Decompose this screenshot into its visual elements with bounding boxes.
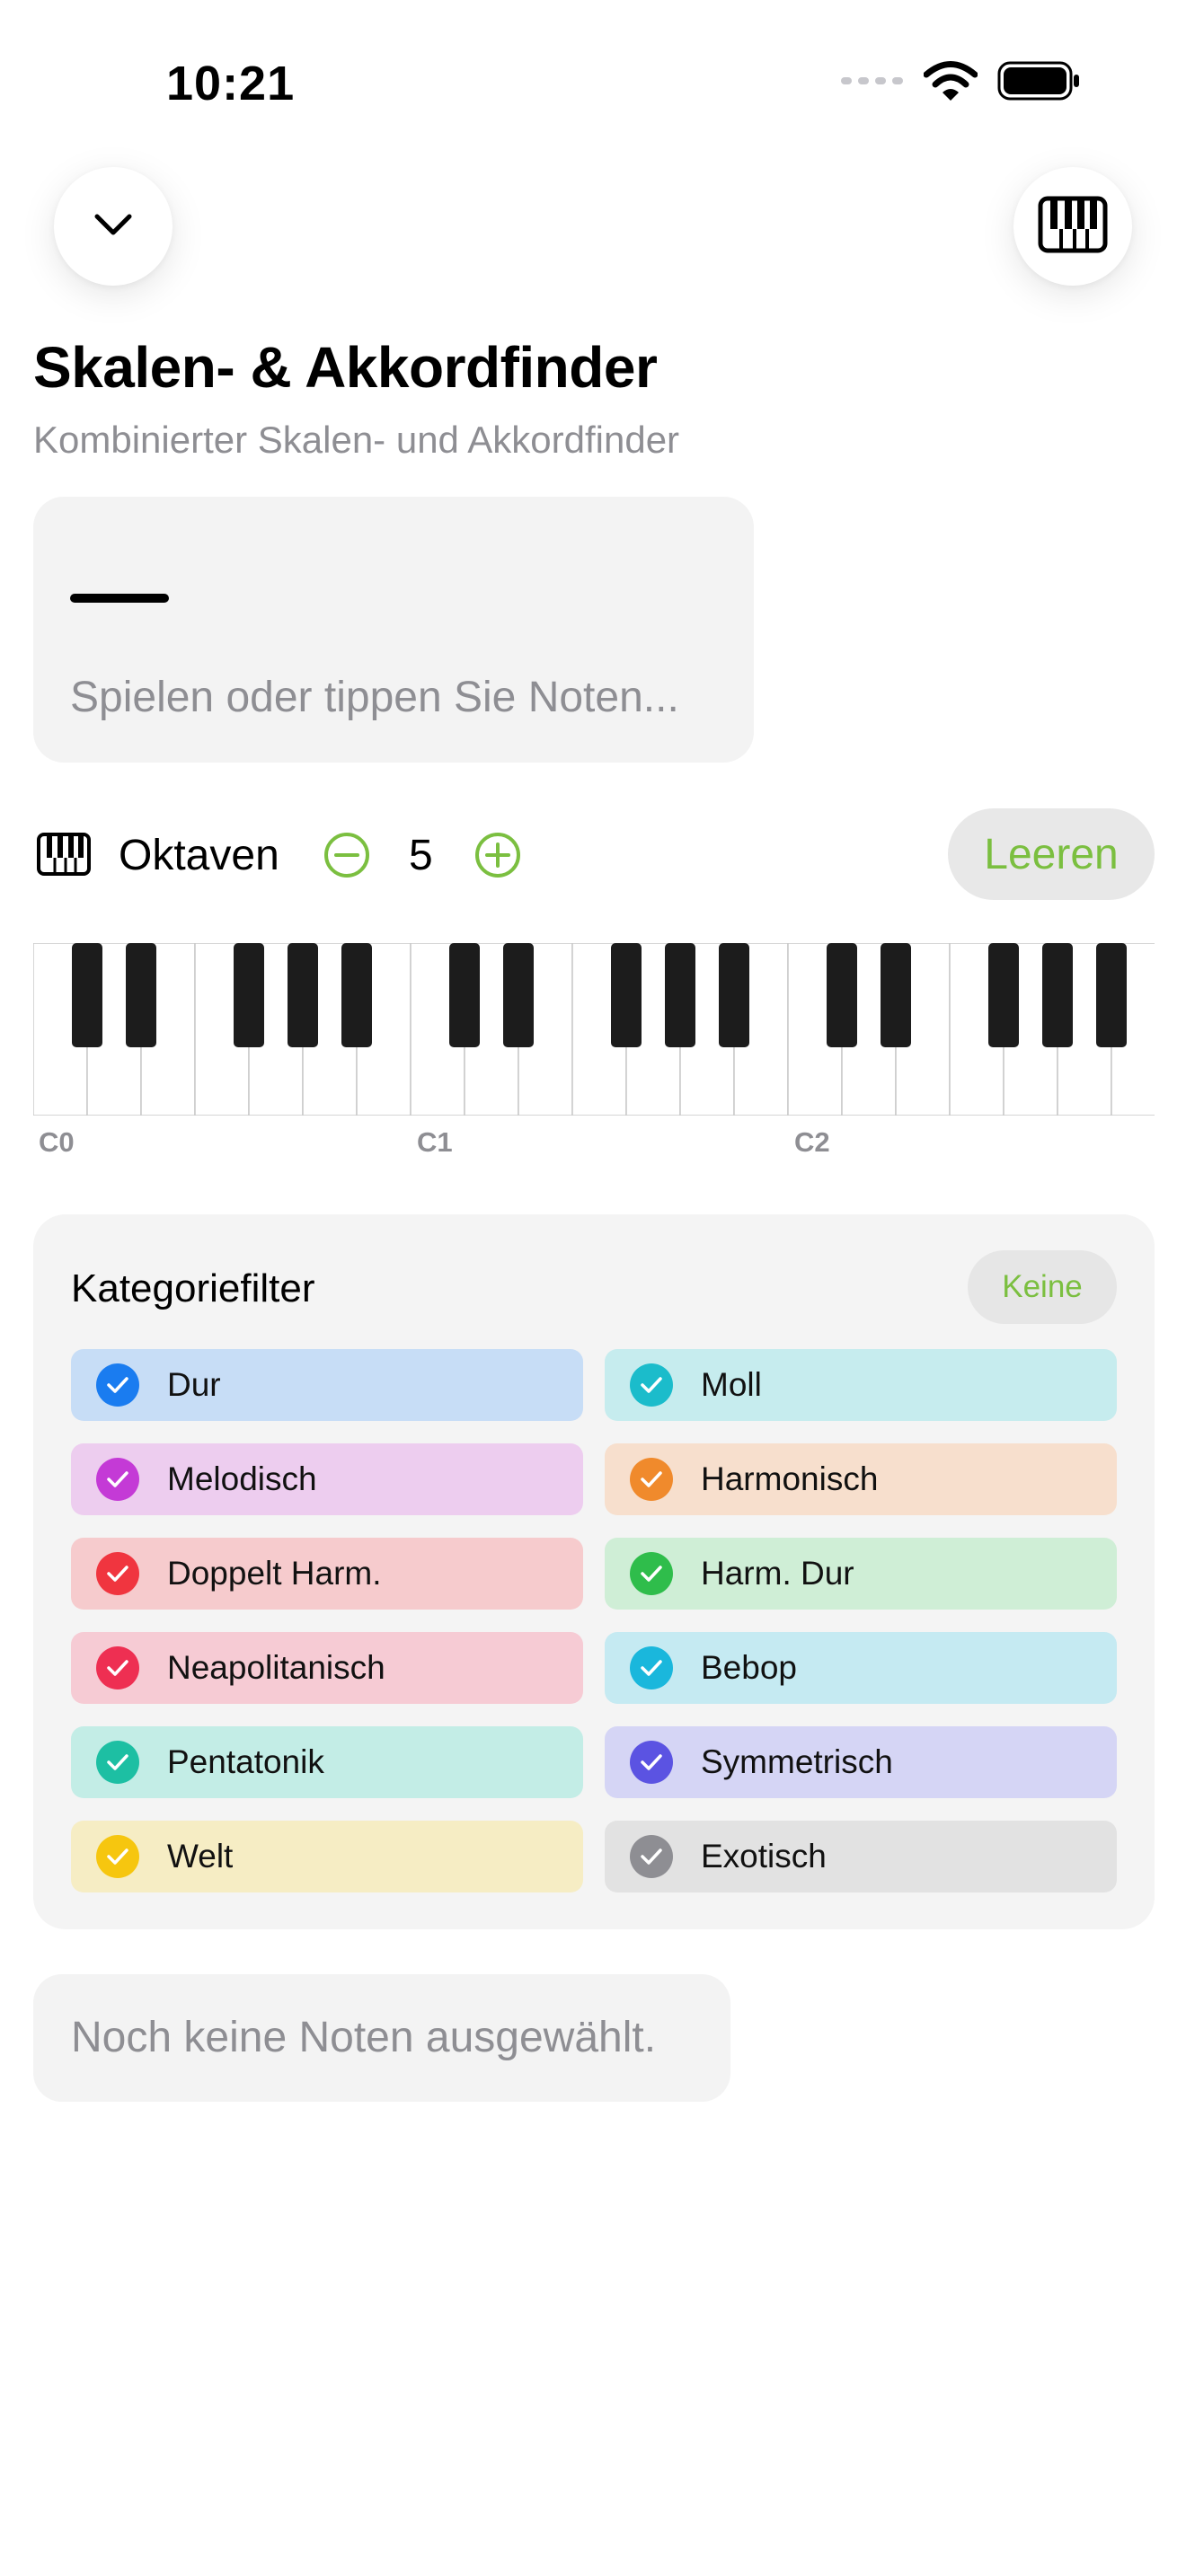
octave-decrease-button[interactable] bbox=[323, 831, 371, 884]
black-key[interactable] bbox=[881, 943, 911, 1047]
category-chip-label: Moll bbox=[701, 1366, 762, 1403]
clear-button[interactable]: Leeren bbox=[948, 808, 1155, 900]
collapse-button[interactable] bbox=[54, 167, 173, 286]
category-chip-label: Welt bbox=[167, 1838, 234, 1875]
select-none-button[interactable]: Keine bbox=[968, 1250, 1117, 1324]
black-key[interactable] bbox=[234, 943, 264, 1047]
category-chip-label: Harm. Dur bbox=[701, 1555, 854, 1592]
category-chip[interactable]: Symmetrisch bbox=[605, 1726, 1117, 1798]
cellular-signal-icon bbox=[841, 75, 904, 92]
black-key[interactable] bbox=[611, 943, 642, 1047]
category-chip[interactable]: Pentatonik bbox=[71, 1726, 583, 1798]
wifi-icon bbox=[923, 61, 978, 105]
black-key[interactable] bbox=[126, 943, 156, 1047]
empty-state: Noch keine Noten ausgewählt. bbox=[33, 1974, 730, 2102]
category-chip[interactable]: Neapolitanisch bbox=[71, 1632, 583, 1704]
page-subtitle: Kombinierter Skalen- und Akkordfinder bbox=[33, 419, 680, 461]
category-chip-label: Bebop bbox=[701, 1649, 797, 1686]
octave-value: 5 bbox=[409, 832, 433, 879]
category-chip[interactable]: Doppelt Harm. bbox=[71, 1538, 583, 1610]
note-display-dash bbox=[70, 594, 169, 603]
black-key[interactable] bbox=[1096, 943, 1127, 1047]
black-key[interactable] bbox=[1042, 943, 1073, 1047]
status-bar: 10:21 bbox=[0, 0, 1186, 171]
category-chip-label: Neapolitanisch bbox=[167, 1649, 385, 1686]
black-key[interactable] bbox=[719, 943, 749, 1047]
empty-state-text: Noch keine Noten ausgewählt. bbox=[71, 2014, 657, 2061]
black-key[interactable] bbox=[288, 943, 318, 1047]
black-key[interactable] bbox=[827, 943, 857, 1047]
black-key[interactable] bbox=[503, 943, 534, 1047]
checkmark-icon bbox=[630, 1646, 673, 1689]
checkmark-icon bbox=[630, 1458, 673, 1501]
category-chip[interactable]: Bebop bbox=[605, 1632, 1117, 1704]
category-chip[interactable]: Harm. Dur bbox=[605, 1538, 1117, 1610]
category-chip-label: Melodisch bbox=[167, 1460, 317, 1497]
category-chip[interactable]: Moll bbox=[605, 1349, 1117, 1421]
checkmark-icon bbox=[96, 1835, 139, 1878]
black-key[interactable] bbox=[665, 943, 695, 1047]
black-key[interactable] bbox=[988, 943, 1019, 1047]
category-chip[interactable]: Melodisch bbox=[71, 1443, 583, 1515]
category-filter-card: Kategoriefilter Keine Dur Moll Melodisch Ha… bbox=[33, 1214, 1155, 1929]
category-chip-label: Doppelt Harm. bbox=[167, 1555, 382, 1592]
checkmark-icon bbox=[630, 1741, 673, 1784]
category-chip-label: Harmonisch bbox=[701, 1460, 879, 1497]
category-chip-label: Symmetrisch bbox=[701, 1743, 893, 1780]
battery-icon bbox=[997, 61, 1080, 105]
checkmark-icon bbox=[630, 1835, 673, 1878]
note-input[interactable]: Spielen oder tippen Sie Noten... bbox=[33, 497, 754, 763]
piano-keys-icon bbox=[37, 833, 91, 880]
octave-increase-button[interactable] bbox=[474, 831, 522, 884]
piano-keyboard[interactable] bbox=[33, 943, 1155, 1116]
octave-label-c0: C0 bbox=[39, 1126, 75, 1158]
filter-title: Kategoriefilter bbox=[71, 1266, 315, 1310]
checkmark-icon bbox=[96, 1552, 139, 1595]
page-title: Skalen- & Akkordfinder bbox=[33, 335, 658, 400]
black-key[interactable] bbox=[72, 943, 102, 1047]
category-chip[interactable]: Exotisch bbox=[605, 1821, 1117, 1892]
note-input-placeholder: Spielen oder tippen Sie Noten... bbox=[70, 674, 679, 721]
category-chip[interactable]: Harmonisch bbox=[605, 1443, 1117, 1515]
checkmark-icon bbox=[96, 1363, 139, 1407]
checkmark-icon bbox=[630, 1363, 673, 1407]
octave-label-c1: C1 bbox=[417, 1126, 453, 1158]
black-key[interactable] bbox=[449, 943, 480, 1047]
octave-controls: Oktaven 5 Leeren bbox=[33, 808, 1155, 900]
category-chip-label: Exotisch bbox=[701, 1838, 827, 1875]
checkmark-icon bbox=[96, 1646, 139, 1689]
category-chip-label: Pentatonik bbox=[167, 1743, 324, 1780]
octave-label: Oktaven bbox=[119, 832, 279, 879]
checkmark-icon bbox=[96, 1458, 139, 1501]
keyboard-toggle-button[interactable] bbox=[1013, 167, 1132, 286]
octave-label-c2: C2 bbox=[794, 1126, 830, 1158]
status-time: 10:21 bbox=[166, 57, 296, 110]
checkmark-icon bbox=[630, 1552, 673, 1595]
black-key[interactable] bbox=[341, 943, 372, 1047]
category-chip[interactable]: Welt bbox=[71, 1821, 583, 1892]
category-chip-label: Dur bbox=[167, 1366, 221, 1403]
status-icons bbox=[841, 61, 1080, 105]
checkmark-icon bbox=[96, 1741, 139, 1784]
category-chip[interactable]: Dur bbox=[71, 1349, 583, 1421]
chevron-down-icon bbox=[92, 211, 135, 243]
piano-keys-icon bbox=[1038, 196, 1108, 258]
